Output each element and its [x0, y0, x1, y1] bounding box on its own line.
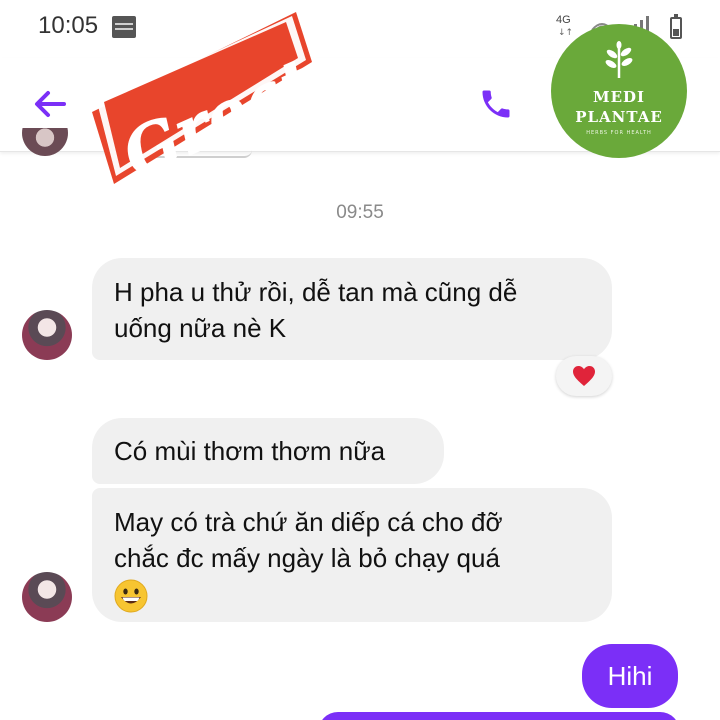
outgoing-message-partial[interactable] [318, 712, 680, 720]
incoming-message[interactable]: H pha u thử rồi, dễ tan mà cũng dễ uống … [92, 258, 612, 360]
logo-line2: PLANTAE [575, 108, 663, 126]
grinning-face-icon [114, 579, 148, 613]
incoming-message[interactable]: May có trà chứ ăn diếp cá cho đỡ chắc đc… [92, 488, 612, 622]
sprout-icon [605, 41, 633, 78]
avatar[interactable] [22, 572, 72, 622]
message-text-line: uống nữa nè K [114, 313, 287, 343]
avatar-previous [22, 128, 68, 160]
medi-plantae-logo: MEDI PLANTAE HERBS FOR HEALTH [551, 24, 687, 158]
message-text-line: H pha u thử rồi, dễ tan mà cũng dễ [114, 277, 518, 307]
phone-icon[interactable] [478, 86, 514, 122]
heart-icon [573, 366, 595, 386]
arrow-left-icon[interactable] [30, 86, 70, 122]
message-text-line: May có trà chứ ăn diếp cá cho đỡ [114, 507, 503, 537]
message-timestamp: 09:55 [336, 202, 384, 223]
incoming-message[interactable]: Có mùi thơm thơm nữa [92, 418, 444, 484]
data-activity-icon: ↓↑ [558, 28, 574, 38]
message-text-line: Có mùi thơm thơm nữa [114, 436, 386, 466]
reaction-badge[interactable] [556, 356, 612, 396]
outgoing-message[interactable]: Hihi [582, 644, 678, 708]
battery-icon [670, 14, 682, 39]
message-text-line: chắc đc mấy ngày là bỏ chạy quá [114, 543, 500, 573]
great-sticker: Great! [92, 12, 316, 187]
avatar[interactable] [22, 310, 72, 360]
logo-line1: MEDI [592, 88, 646, 106]
network-type: 4G [556, 14, 571, 26]
logo-tagline: HERBS FOR HEALTH [586, 130, 652, 136]
